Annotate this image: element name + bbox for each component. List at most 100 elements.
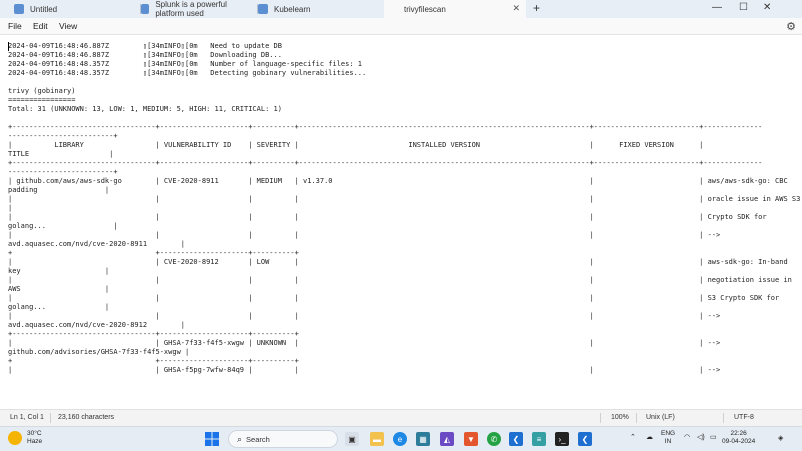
minimize-button[interactable]: —: [712, 2, 722, 13]
editor-line[interactable]: +----------------------------------+----…: [8, 159, 800, 168]
whatsapp-icon[interactable]: ✆: [487, 432, 501, 446]
language-indicator[interactable]: ENG IN: [661, 430, 675, 446]
tab-kubelearn[interactable]: Kubelearn: [258, 0, 384, 18]
editor-line[interactable]: ================: [8, 96, 800, 105]
editor-line[interactable]: | | | | | | -->: [8, 231, 800, 240]
editor-line[interactable]: avd.aquasec.com/nvd/cve-2020-8912 |: [8, 321, 800, 330]
status-divider: [723, 413, 724, 423]
editor-line[interactable]: + +---------------------+----------+: [8, 357, 800, 366]
vscode-icon[interactable]: ❮: [509, 432, 523, 446]
editor-line[interactable]: TITLE |: [8, 150, 800, 159]
tab-label: Kubelearn: [274, 4, 311, 14]
tab-splunk[interactable]: Splunk is a powerful platform used: [141, 0, 257, 18]
editor-line[interactable]: | | | | | | negotiation issue in: [8, 276, 800, 285]
editor-line[interactable]: | github.com/aws/aws-sdk-go | CVE-2020-8…: [8, 177, 800, 186]
editor-line[interactable]: |: [8, 204, 800, 213]
editor-line[interactable]: | | | | | | S3 Crypto SDK for: [8, 294, 800, 303]
tab-untitled[interactable]: Untitled: [14, 0, 140, 18]
editor-line[interactable]: | | | | | | oracle issue in AWS S3: [8, 195, 800, 204]
editor-line[interactable]: | | | | | | Crypto SDK for: [8, 213, 800, 222]
notification-icon[interactable]: ◈: [778, 434, 783, 442]
speaker-icon[interactable]: ◁): [697, 433, 705, 441]
close-window-button[interactable]: ✕: [763, 2, 771, 13]
editor-line[interactable]: + +---------------------+----------+: [8, 249, 800, 258]
line-ending: Unix (LF): [646, 414, 675, 421]
editor-line[interactable]: +----------------------------------+----…: [8, 123, 800, 132]
editor-line[interactable]: trivy (gobinary): [8, 87, 800, 96]
status-divider: [50, 413, 51, 423]
text-cursor: [8, 42, 9, 51]
editor-line[interactable]: -------------------------+: [8, 168, 800, 177]
edge-browser-icon[interactable]: e: [393, 432, 407, 446]
editor-line[interactable]: 2024-04-09T16:48:48.357Z ▯[34mINFO▯[0m D…: [8, 69, 800, 78]
windows-start-icon[interactable]: [205, 432, 219, 446]
editor-line[interactable]: github.com/advisories/GHSA-7f33-f4f5-xwg…: [8, 348, 800, 357]
editor-line[interactable]: AWS |: [8, 285, 800, 294]
photos-icon[interactable]: ◭: [440, 432, 454, 446]
sun-icon: [8, 431, 22, 445]
tab-trivyfilescan[interactable]: trivyfilescan ✕: [384, 0, 526, 18]
editor-line[interactable]: 2024-04-09T16:48:46.887Z ▯[34mINFO▯[0m N…: [8, 42, 800, 51]
store-icon[interactable]: ▦: [416, 432, 430, 446]
maximize-button[interactable]: ☐: [739, 2, 748, 13]
tab-label: Untitled: [30, 4, 58, 14]
editor-line[interactable]: 2024-04-09T16:48:48.357Z ▯[34mINFO▯[0m N…: [8, 60, 800, 69]
wifi-icon[interactable]: ◠: [684, 433, 690, 441]
browser-tab-bar: Untitled Splunk is a powerful platform u…: [0, 0, 802, 18]
editor-line[interactable]: golang... |: [8, 222, 800, 231]
menu-bar: File Edit View ⚙: [0, 18, 802, 35]
search-icon: ⌕: [237, 433, 243, 444]
editor-line[interactable]: padding |: [8, 186, 800, 195]
chevron-up-icon[interactable]: ⌃: [630, 433, 636, 441]
system-clock[interactable]: 22:26 09-04-2024: [722, 430, 755, 446]
clock-date: 09-04-2024: [722, 438, 756, 445]
terminal-icon[interactable]: ›_: [555, 432, 569, 446]
taskbar-search[interactable]: ⌕ Search: [228, 430, 338, 448]
editor-line[interactable]: avd.aquasec.com/nvd/cve-2020-8911 |: [8, 240, 800, 249]
editor-line[interactable]: | | GHSA-f5pg-7wfw-84q9 | | | | -->: [8, 366, 800, 375]
editor-line[interactable]: 2024-04-09T16:48:46.887Z ▯[34mINFO▯[0m D…: [8, 51, 800, 60]
editor-line[interactable]: Total: 31 (UNKNOWN: 13, LOW: 1, MEDIUM: …: [8, 105, 800, 114]
editor-line[interactable]: | | CVE-2020-8912 | LOW | | | aws-sdk-go…: [8, 258, 800, 267]
editor-line[interactable]: +----------------------------------+----…: [8, 330, 800, 339]
language-code: ENG: [661, 430, 676, 437]
editor-line[interactable]: [8, 114, 800, 123]
weather-desc: Haze: [27, 438, 43, 445]
clock-time: 22:26: [730, 430, 747, 437]
menu-view[interactable]: View: [59, 21, 77, 31]
character-count: 23,160 characters: [58, 414, 115, 421]
new-tab-button[interactable]: +: [533, 1, 540, 15]
zoom-level: 100%: [611, 414, 629, 421]
encoding: UTF-8: [734, 414, 754, 421]
gear-icon[interactable]: ⚙: [786, 20, 796, 33]
notepad-icon: [14, 4, 24, 14]
menu-file[interactable]: File: [8, 21, 22, 31]
file-explorer-icon[interactable]: ▬: [370, 432, 384, 446]
status-divider: [600, 413, 601, 423]
editor-line[interactable]: | | | | | | -->: [8, 312, 800, 321]
editor-line[interactable]: | | GHSA-7f33-f4f5-xwgw | UNKNOWN | | | …: [8, 339, 800, 348]
tab-label: Splunk is a powerful platform used: [155, 0, 227, 18]
windows-taskbar: 30°C Haze ⌕ Search ▣ ▬ e ▦ ◭ ▼ ✆ ❮ ≡ ›_ …: [0, 426, 802, 451]
region-code: IN: [664, 438, 672, 445]
status-divider: [636, 413, 637, 423]
menu-edit[interactable]: Edit: [33, 21, 48, 31]
notepad-icon[interactable]: ≡: [532, 432, 546, 446]
task-view-icon[interactable]: ▣: [345, 432, 359, 446]
editor-line[interactable]: key |: [8, 267, 800, 276]
battery-icon[interactable]: ▭: [710, 433, 717, 441]
editor-text[interactable]: 2024-04-09T16:48:46.887Z ▯[34mINFO▯[0m N…: [8, 42, 800, 375]
search-label: Search: [246, 434, 270, 444]
weather-widget[interactable]: 30°C Haze: [8, 430, 42, 446]
close-tab-icon[interactable]: ✕: [512, 3, 520, 14]
cloud-icon[interactable]: ☁: [646, 433, 653, 441]
tab-label: trivyfilescan: [404, 4, 446, 14]
notepad-icon: [258, 4, 268, 14]
editor-line[interactable]: golang... |: [8, 303, 800, 312]
text-editor[interactable]: 2024-04-09T16:48:46.887Z ▯[34mINFO▯[0m N…: [0, 35, 802, 409]
brave-browser-icon[interactable]: ▼: [464, 432, 478, 446]
editor-line[interactable]: [8, 78, 800, 87]
editor-line[interactable]: -------------------------+: [8, 132, 800, 141]
vscode-icon[interactable]: ❮: [578, 432, 592, 446]
editor-line[interactable]: | LIBRARY | VULNERABILITY ID | SEVERITY …: [8, 141, 800, 150]
